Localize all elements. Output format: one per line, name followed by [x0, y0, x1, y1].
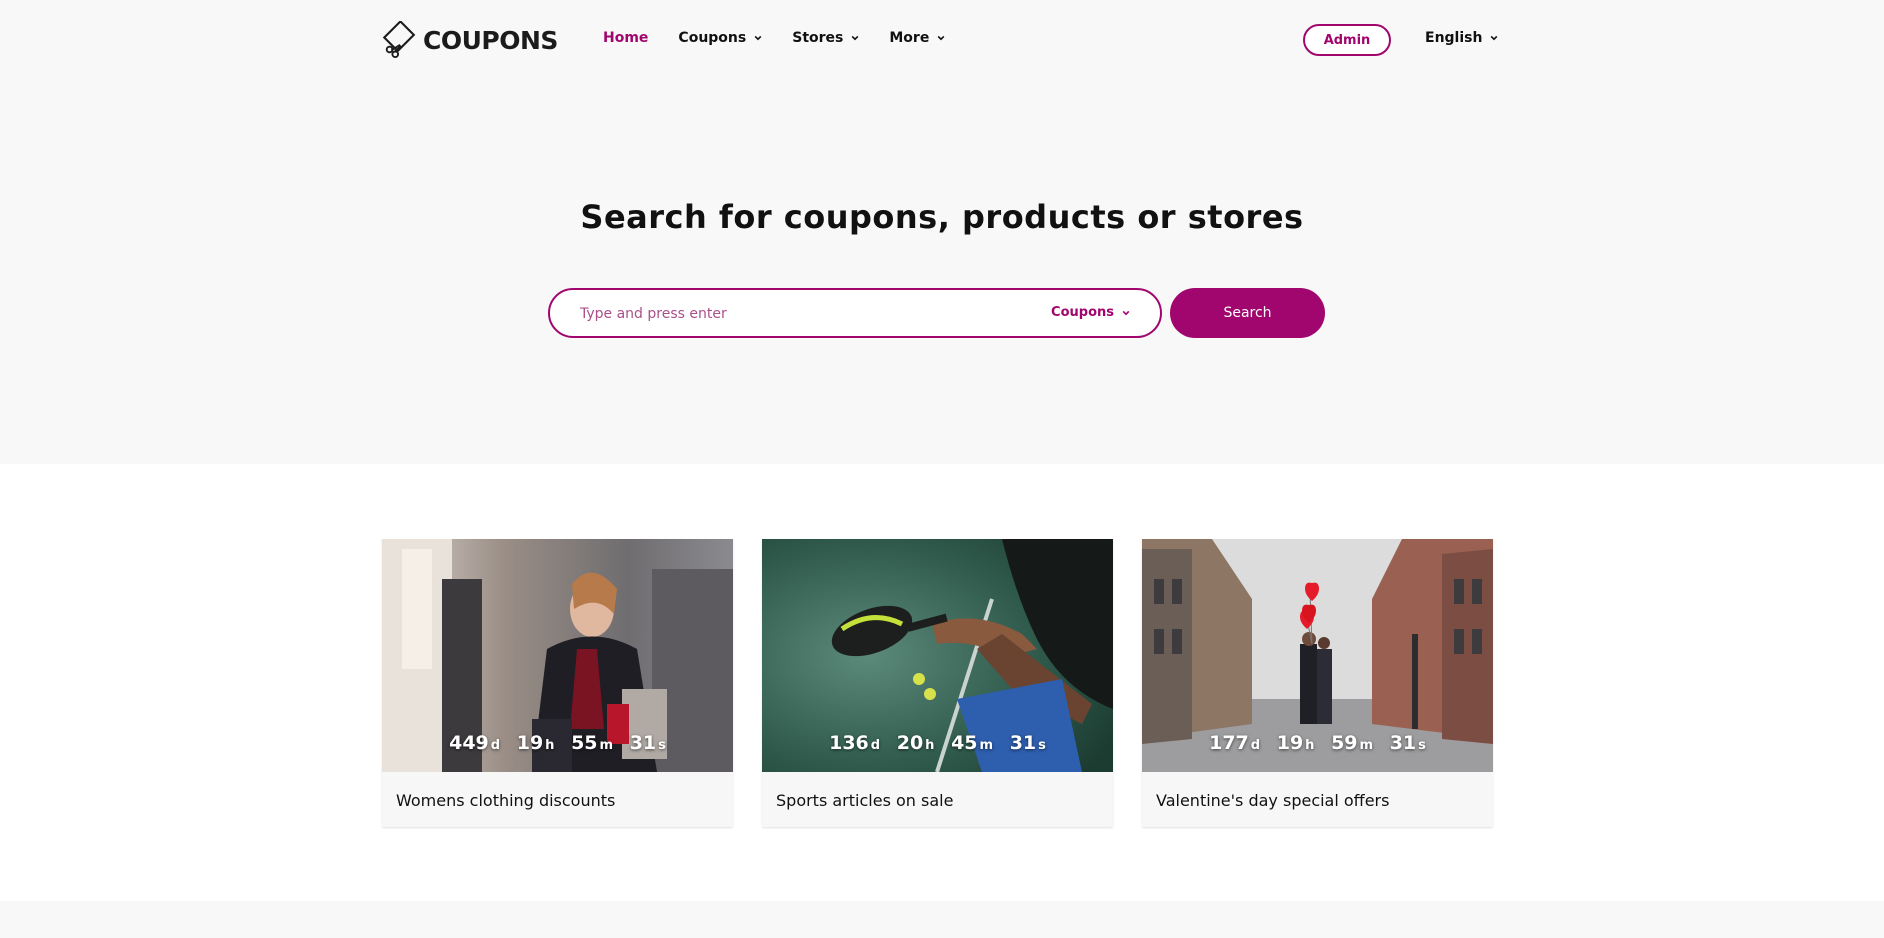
nav-item-more[interactable]: More [889, 30, 945, 46]
countdown-timer: 136 d 20 h 45 m 31 s [762, 732, 1113, 754]
search-type-select[interactable]: Coupons [1051, 305, 1130, 320]
countdown-unit: s [1038, 738, 1046, 753]
countdown-days: 177 [1209, 732, 1249, 754]
chevron-down-icon [852, 35, 859, 41]
countdown-minutes: 55 [571, 732, 598, 754]
nav-item-label: More [889, 30, 930, 46]
search-box: Coupons [548, 288, 1162, 338]
nav-item-label: Home [603, 30, 649, 46]
countdown-unit: m [599, 738, 614, 753]
countdown-seconds: 31 [629, 732, 657, 754]
countdown-unit: h [925, 738, 935, 753]
offer-card[interactable]: 449 d 19 h 55 m 31 s Womens clothing discoun… [382, 539, 733, 827]
countdown-unit: d [1250, 738, 1261, 753]
countdown-unit: d [870, 738, 881, 753]
padel-racket-photo: 136 d 20 h 45 m 31 s [762, 539, 1113, 772]
nav-item-label: Coupons [678, 30, 747, 46]
countdown-hours: 19 [1276, 732, 1304, 754]
countdown-minutes: 59 [1331, 732, 1358, 754]
hero-title: Search for coupons, products or stores [580, 198, 1304, 236]
nav-item-coupons[interactable]: Coupons [678, 30, 762, 46]
nav-item-stores[interactable]: Stores [792, 30, 859, 46]
countdown-unit: s [1418, 738, 1426, 753]
offer-card[interactable]: 136 d 20 h 45 m 31 s Sports articles on sale [762, 539, 1113, 827]
countdown-unit: h [1305, 738, 1315, 753]
countdown-days: 136 [829, 732, 869, 754]
countdown-timer: 449 d 19 h 55 m 31 s [382, 732, 733, 754]
countdown-unit: m [979, 738, 994, 753]
countdown-unit: d [490, 738, 501, 753]
admin-button[interactable]: Admin [1303, 24, 1391, 56]
search-input[interactable] [580, 303, 1020, 325]
logo-text: COUPONS [423, 25, 558, 55]
countdown-minutes: 45 [951, 732, 978, 754]
card-title[interactable]: Sports articles on sale [776, 791, 953, 810]
offer-card[interactable]: 177 d 19 h 59 m 31 s Valentine's day special… [1142, 539, 1493, 827]
countdown-hours: 20 [896, 732, 924, 754]
woman-shopping-photo: 449 d 19 h 55 m 31 s [382, 539, 733, 772]
search-type-label: Coupons [1051, 305, 1114, 320]
countdown-timer: 177 d 19 h 59 m 31 s [1142, 732, 1493, 754]
card-title[interactable]: Womens clothing discounts [396, 791, 615, 810]
chevron-down-icon [1491, 35, 1498, 41]
countdown-days: 449 [449, 732, 489, 754]
countdown-unit: h [545, 738, 555, 753]
chevron-down-icon [1122, 310, 1130, 315]
countdown-unit: s [658, 738, 666, 753]
countdown-hours: 19 [516, 732, 544, 754]
countdown-seconds: 31 [1389, 732, 1417, 754]
language-label: English [1425, 30, 1483, 46]
countdown-seconds: 31 [1009, 732, 1037, 754]
couple-street-balloons-photo: 177 d 19 h 59 m 31 s [1142, 539, 1493, 772]
card-title[interactable]: Valentine's day special offers [1156, 791, 1389, 810]
site-logo[interactable]: COUPONS [381, 20, 558, 60]
footer-band [0, 901, 1884, 938]
countdown-unit: m [1359, 738, 1374, 753]
main-nav: Home Coupons Stores More [603, 30, 975, 46]
chevron-down-icon [937, 35, 945, 41]
coupon-logo-icon [382, 21, 416, 59]
search-button[interactable]: Search [1170, 288, 1325, 338]
nav-item-label: Stores [792, 30, 844, 46]
language-selector[interactable]: English [1425, 30, 1498, 46]
chevron-down-icon [754, 35, 762, 41]
nav-item-home[interactable]: Home [603, 30, 648, 46]
